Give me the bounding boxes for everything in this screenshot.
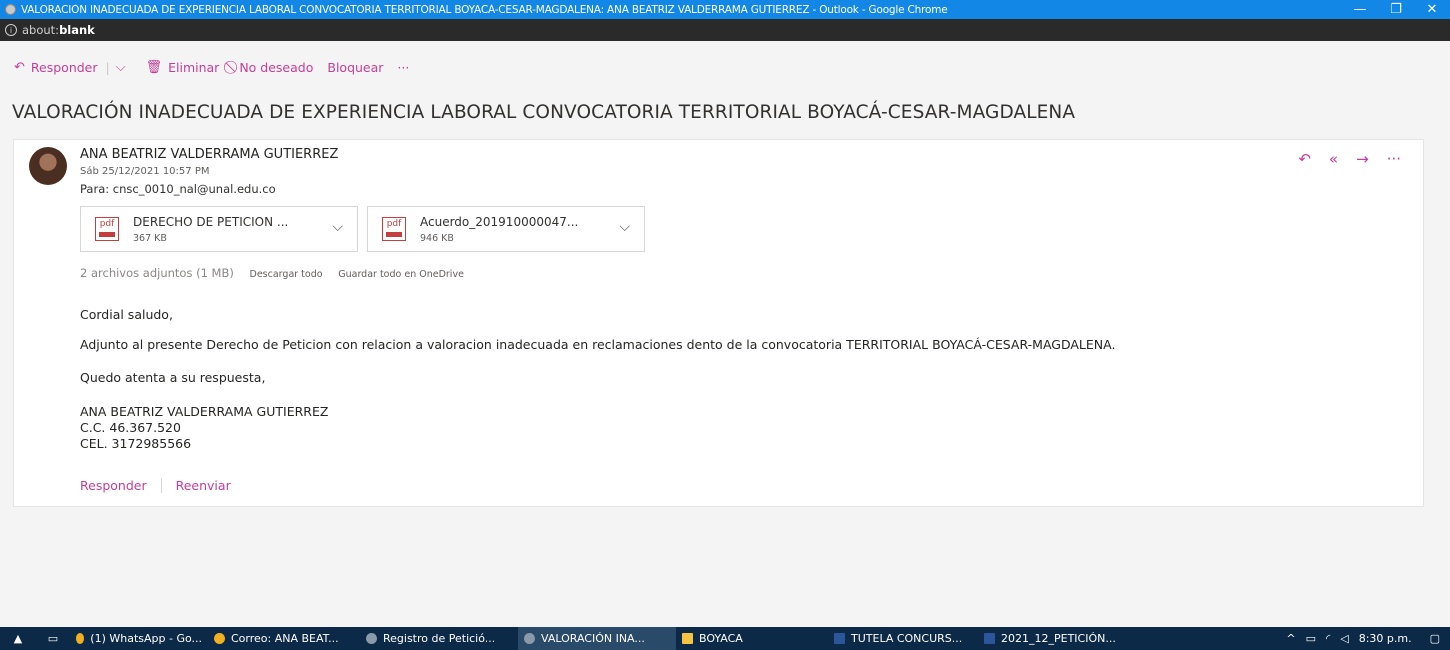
- attachment-name: Acuerdo_201910000047...: [420, 215, 579, 229]
- globe-icon: [366, 633, 377, 644]
- chrome-icon: [76, 633, 85, 644]
- signature-name: ANA BEATRIZ VALDERRAMA GUTIERREZ: [80, 404, 329, 419]
- reply-options-dropdown[interactable]: ⌵: [116, 60, 132, 75]
- message-subject: VALORACIÓN INADECUADA DE EXPERIENCIA LAB…: [12, 102, 1076, 123]
- taskbar-label: Registro de Petició...: [383, 632, 496, 645]
- forward-icon[interactable]: →: [1356, 150, 1369, 168]
- block-label: Bloquear: [327, 59, 384, 75]
- toolbar-divider: |: [105, 59, 110, 75]
- save-onedrive-link[interactable]: Guardar todo en OneDrive: [338, 269, 464, 280]
- taskbar-label: VALORACIÓN INA...: [541, 632, 645, 645]
- attachments-count: 2 archivos adjuntos (1 MB): [80, 266, 234, 280]
- word-icon: [834, 633, 845, 644]
- chevron-down-icon[interactable]: ⌵: [332, 219, 343, 235]
- restore-button[interactable]: ❐: [1378, 0, 1414, 19]
- more-icon: ···: [397, 59, 410, 75]
- taskbar-label: (1) WhatsApp - Go...: [90, 632, 202, 645]
- word-icon: [984, 633, 995, 644]
- address-host: blank: [59, 23, 95, 37]
- body-greeting: Cordial saludo,: [80, 307, 173, 322]
- message-date: Sáb 25/12/2021 10:57 PM: [80, 166, 210, 177]
- delete-button[interactable]: 🗑 Eliminar: [146, 60, 220, 75]
- taskbar-item[interactable]: VALORACIÓN INA...: [518, 627, 676, 650]
- attachment-size: 367 KB: [133, 233, 167, 244]
- reply-links: Responder Reenviar: [80, 478, 231, 493]
- address-prefix: about:: [22, 23, 60, 37]
- sender-name[interactable]: ANA BEATRIZ VALDERRAMA GUTIERREZ: [80, 147, 338, 162]
- taskbar-label: 2021_12_PETICIÓN...: [1001, 632, 1116, 645]
- attachment-name: DERECHO DE PETICION ...: [133, 215, 289, 229]
- taskbar-item[interactable]: BOYACA: [676, 627, 828, 650]
- signature-phone: CEL. 3172985566: [80, 436, 192, 451]
- reply-link[interactable]: Responder: [80, 478, 147, 493]
- task-view-icon[interactable]: ▭: [36, 627, 70, 650]
- reply-button[interactable]: ↶ Responder: [14, 60, 98, 75]
- body-paragraph: Adjunto al presente Derecho de Peticion …: [80, 337, 1116, 352]
- taskbar-label: TUTELA CONCURS...: [851, 632, 963, 645]
- recipient-line: Para: cnsc_0010_nal@unal.edu.co: [80, 182, 276, 196]
- reply-icon[interactable]: ↶: [1298, 150, 1311, 168]
- window-titlebar: VALORACIÓN INADECUADA DE EXPERIENCIA LAB…: [0, 0, 1450, 19]
- taskbar-item[interactable]: Registro de Petició...: [360, 627, 518, 650]
- reply-icon: ↶: [14, 59, 25, 75]
- info-icon[interactable]: i: [5, 24, 17, 36]
- taskbar-item[interactable]: 2021_12_PETICIÓN...: [978, 627, 1128, 650]
- close-button[interactable]: ✕: [1414, 0, 1450, 19]
- forward-link[interactable]: Reenviar: [176, 478, 231, 493]
- message-card: ANA BEATRIZ VALDERRAMA GUTIERREZ Sáb 25/…: [13, 139, 1424, 507]
- reply-label: Responder: [30, 59, 98, 75]
- chevron-down-icon[interactable]: ⌵: [619, 219, 630, 235]
- junk-label: No deseado: [239, 59, 314, 75]
- more-icon[interactable]: ···: [1387, 150, 1401, 168]
- taskbar-item[interactable]: (1) WhatsApp - Go...: [70, 627, 208, 650]
- folder-icon: [682, 633, 693, 644]
- address-bar[interactable]: i about: blank: [0, 19, 1450, 41]
- chrome-icon: [214, 633, 225, 644]
- message-actions: ↶ « → ···: [1280, 150, 1401, 168]
- pdf-icon: pdf: [382, 217, 406, 241]
- chevron-up-icon[interactable]: ^: [1286, 632, 1295, 645]
- taskbar-item[interactable]: Correo: ANA BEAT...: [208, 627, 360, 650]
- reply-all-icon[interactable]: «: [1329, 150, 1338, 168]
- divider: [160, 478, 162, 493]
- attachments-summary: 2 archivos adjuntos (1 MB) Descargar tod…: [80, 266, 464, 280]
- trash-icon: 🗑: [145, 59, 163, 75]
- download-all-link[interactable]: Descargar todo: [250, 269, 323, 280]
- taskbar-label: BOYACA: [699, 632, 743, 645]
- block-button[interactable]: Bloquear: [327, 60, 383, 75]
- avatar[interactable]: [29, 147, 67, 185]
- volume-icon[interactable]: ◁: [1340, 632, 1348, 645]
- delete-label: Eliminar: [168, 59, 220, 75]
- chevron-down-icon: ⌵: [115, 59, 126, 75]
- globe-icon: [524, 633, 535, 644]
- message-toolbar: ↶ Responder | ⌵ 🗑 Eliminar ⃠ No deseado …: [0, 54, 423, 80]
- wifi-icon[interactable]: ◜: [1326, 632, 1330, 645]
- globe-icon: [5, 4, 16, 15]
- attachment-card[interactable]: pdf DERECHO DE PETICION ... 367 KB ⌵: [80, 206, 358, 252]
- attachment-card[interactable]: pdf Acuerdo_201910000047... 946 KB ⌵: [367, 206, 645, 252]
- attachment-size: 946 KB: [420, 233, 454, 244]
- taskbar: ▲ ▭ (1) WhatsApp - Go... Correo: ANA BEA…: [0, 627, 1450, 650]
- taskbar-label: Correo: ANA BEAT...: [231, 632, 339, 645]
- taskbar-item[interactable]: TUTELA CONCURS...: [828, 627, 978, 650]
- body-closing: Quedo atenta a su respuesta,: [80, 370, 266, 385]
- window-title: VALORACIÓN INADECUADA DE EXPERIENCIA LAB…: [21, 3, 948, 16]
- clock[interactable]: 8:30 p.m.: [1359, 632, 1412, 645]
- network-icon[interactable]: ▭: [1306, 632, 1316, 645]
- start-icon[interactable]: ▲: [0, 627, 36, 650]
- junk-button[interactable]: ⃠ No deseado: [233, 60, 313, 75]
- more-actions-button[interactable]: ···: [397, 60, 409, 75]
- system-tray: ^ ▭ ◜ ◁ 8:30 p.m. ▢: [1286, 627, 1450, 650]
- notifications-icon[interactable]: ▢: [1430, 632, 1440, 645]
- minimize-button[interactable]: —: [1342, 0, 1378, 19]
- pdf-icon: pdf: [95, 217, 119, 241]
- signature-id: C.C. 46.367.520: [80, 420, 181, 435]
